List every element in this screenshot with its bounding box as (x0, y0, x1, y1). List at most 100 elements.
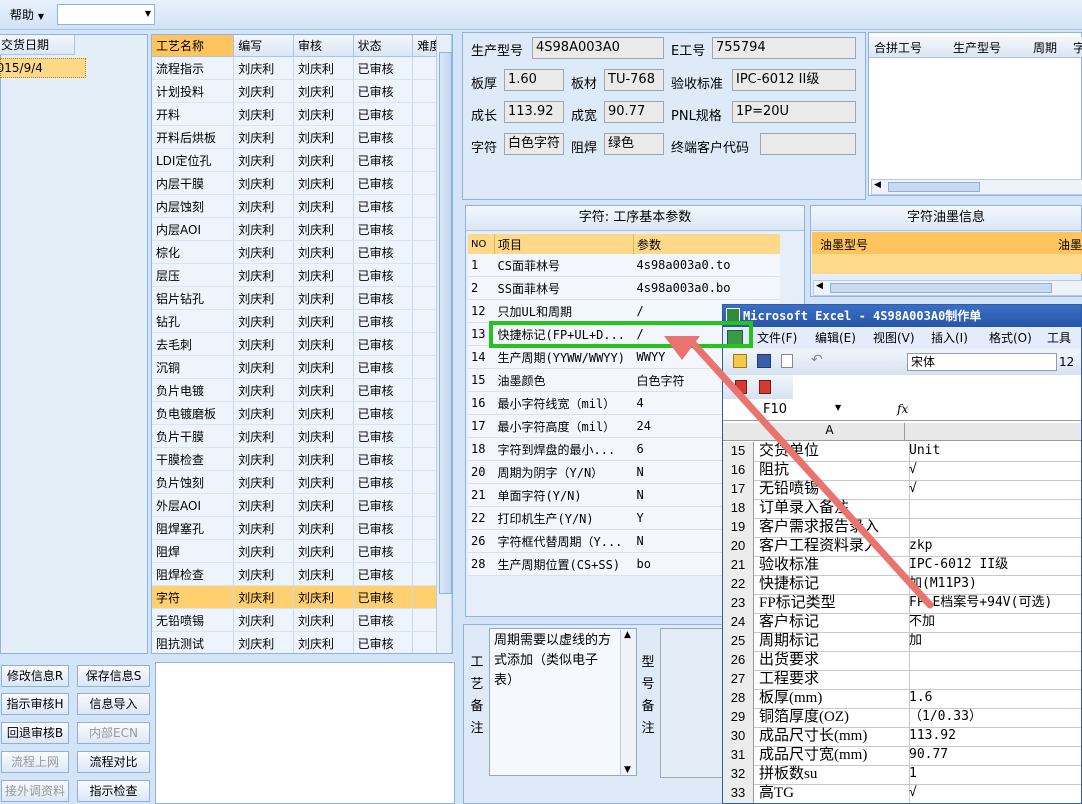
modify-info-button[interactable]: 修改信息R (1, 665, 69, 687)
menu-format[interactable]: 格式(O) (989, 327, 1032, 349)
process-row[interactable]: 棕化 刘庆利 刘庆利 已审核 (152, 240, 452, 264)
open-icon[interactable] (733, 354, 747, 368)
excel-cell-a[interactable]: 阻抗 (755, 461, 910, 480)
excel-cell-a[interactable]: 快捷标记 (755, 575, 910, 594)
process-grid-scrollbar[interactable] (436, 36, 452, 653)
excel-cell-b[interactable]: FP+E档案号+94V(可选) (907, 594, 1081, 613)
eno-field[interactable]: 755794 (712, 37, 856, 59)
menu-edit[interactable]: 编辑(E) (815, 327, 856, 349)
scrollbar-thumb[interactable] (830, 283, 1052, 293)
excel-cell-b[interactable]: 加(M11P3) (907, 575, 1081, 594)
process-row[interactable]: 沉铜 刘庆利 刘庆利 已审核 (152, 355, 452, 379)
char-field[interactable]: 白色字符 (504, 133, 564, 155)
scroll-up-icon[interactable]: ▲ (624, 630, 631, 640)
process-row[interactable]: 内层AOI 刘庆利 刘庆利 已审核 (152, 217, 452, 241)
excel-cell-a[interactable]: 板厚(mm) (755, 689, 910, 708)
save-info-button[interactable]: 保存信息S (77, 665, 150, 687)
return-review-button[interactable]: 回退审核B (1, 722, 69, 744)
excel-cell-a[interactable]: FP标记类型 (755, 594, 910, 613)
param-row[interactable]: 2 SS面菲林号 4s98a003a0.bo (468, 276, 780, 300)
excel-cell-b[interactable]: 1 (907, 765, 1081, 784)
length-field[interactable]: 113.92 (504, 101, 564, 123)
process-row[interactable]: 流程指示 刘庆利 刘庆利 已审核 (152, 56, 452, 80)
note-box[interactable] (155, 662, 455, 804)
excel-cell-b[interactable]: Unit (907, 442, 1081, 461)
chevron-down-icon[interactable]: ▼ (835, 403, 841, 412)
excel-cell-b[interactable] (907, 651, 1081, 670)
process-row[interactable]: 钻孔 刘庆利 刘庆利 已审核 (152, 309, 452, 333)
excel-cell-b[interactable]: IPC-6012 II级 (907, 556, 1081, 575)
pnl-field[interactable]: 1P=20U (732, 101, 856, 123)
excel-cell-a[interactable]: 拼板数su (755, 765, 910, 784)
row-number[interactable]: 24 (723, 613, 754, 632)
excel-cell-a[interactable]: 订单录入备注 (755, 499, 910, 518)
save-icon[interactable] (757, 354, 771, 368)
excel-cell-a[interactable]: 高TG (755, 784, 910, 803)
row-number[interactable]: 33 (723, 784, 754, 803)
process-row[interactable]: 干膜检查 刘庆利 刘庆利 已审核 (152, 447, 452, 471)
excel-cell-a[interactable]: 成品尺寸长(mm) (755, 727, 910, 746)
excel-cell-b[interactable]: （1/0.33） (907, 708, 1081, 727)
internal-ecn-button[interactable]: 内部ECN (77, 722, 150, 744)
scroll-left-icon[interactable]: ◀ (816, 281, 823, 291)
excel-cell-a[interactable]: 铜箔厚度(OZ) (755, 708, 910, 727)
row-number[interactable]: 23 (723, 594, 754, 613)
process-row[interactable]: 阻焊检查 刘庆利 刘庆利 已审核 (152, 562, 452, 586)
excel-cell-a[interactable]: 客户工程资料录入 (755, 537, 910, 556)
remark-scrollbar[interactable]: ▲ ▼ (620, 630, 636, 775)
process-row[interactable]: 字符 刘庆利 刘庆利 已审核 (152, 585, 452, 609)
excel-cell-b[interactable]: √ (907, 784, 1081, 803)
process-row[interactable]: 开料 刘庆利 刘庆利 已审核 (152, 102, 452, 126)
excel-doc-icon[interactable] (727, 330, 743, 346)
thickness-field[interactable]: 1.60 (504, 69, 564, 91)
param-row[interactable]: 1 CS面菲林号 4s98a003a0.to (468, 254, 780, 277)
info-import-button[interactable]: 信息导入 (77, 693, 150, 715)
ink-hscrollbar[interactable]: ◀ (813, 280, 1082, 296)
material-field[interactable]: TU-768 (604, 69, 664, 91)
process-row[interactable]: 负片干膜 刘庆利 刘庆利 已审核 (152, 424, 452, 448)
scrollbar-thumb[interactable] (439, 52, 452, 594)
row-number[interactable]: 18 (723, 499, 754, 518)
process-row[interactable]: 阻焊塞孔 刘庆利 刘庆利 已审核 (152, 516, 452, 540)
process-col-2[interactable]: 审核 (293, 35, 354, 57)
process-row[interactable]: 去毛刺 刘庆利 刘庆利 已审核 (152, 332, 452, 356)
name-box[interactable]: F10 (763, 402, 787, 417)
process-row[interactable]: LDI定位孔 刘庆利 刘庆利 已审核 (152, 148, 452, 172)
process-row[interactable]: 铝片钻孔 刘庆利 刘庆利 已审核 (152, 286, 452, 310)
scroll-left-icon[interactable]: ◀ (874, 180, 881, 190)
process-row[interactable]: 计划投料 刘庆利 刘庆利 已审核 (152, 79, 452, 103)
process-row[interactable]: 阻抗测试 刘庆利 刘庆利 已审核 (152, 631, 452, 653)
excel-cell-a[interactable]: 工程要求 (755, 670, 910, 689)
excel-cell-b[interactable] (907, 499, 1081, 518)
row-number[interactable]: 26 (723, 651, 754, 670)
process-row[interactable]: 负片电镀 刘庆利 刘庆利 已审核 (152, 378, 452, 402)
row-number[interactable]: 31 (723, 746, 754, 765)
undo-icon[interactable]: ↶ (811, 352, 823, 368)
outsource-data-button[interactable]: 接外调资料 (1, 780, 69, 802)
excel-cell-b[interactable]: 不加 (907, 613, 1081, 632)
fx-icon[interactable]: fx (897, 402, 908, 416)
excel-cell-a[interactable]: 无铅喷锡 (755, 480, 910, 499)
excel-cell-b[interactable]: 加 (907, 632, 1081, 651)
row-number[interactable]: 20 (723, 537, 754, 556)
row-number[interactable]: 19 (723, 518, 754, 537)
process-col-1[interactable]: 编写 (233, 35, 294, 57)
process-row[interactable]: 负片蚀刻 刘庆利 刘庆利 已审核 (152, 470, 452, 494)
process-remark-text[interactable]: 周期需要以虚线的方式添加（类似电子表） (489, 628, 637, 776)
row-number[interactable]: 22 (723, 575, 754, 594)
excel-cell-b[interactable]: 90.77 (907, 746, 1081, 765)
font-size-combo[interactable]: 12 (1059, 353, 1081, 371)
excel-cell-a[interactable]: 成品尺寸宽(mm) (755, 746, 910, 765)
excel-cell-a[interactable]: 客户需求报告录入 (755, 518, 910, 537)
row-number[interactable]: 16 (723, 461, 754, 480)
excel-cell-a[interactable]: 客户标记 (755, 613, 910, 632)
process-row[interactable]: 开料后烘板 刘庆利 刘庆利 已审核 (152, 125, 452, 149)
excel-title-bar[interactable]: Microsoft Excel - 4S98A003A0制作单 (723, 305, 1081, 327)
flow-compare-button[interactable]: 流程对比 (77, 751, 150, 773)
excel-cell-b[interactable]: 113.92 (907, 727, 1081, 746)
pdf-mail-icon[interactable] (759, 380, 771, 394)
customer-code-field[interactable] (760, 133, 856, 155)
process-row[interactable]: 无铅喷锡 刘庆利 刘庆利 已审核 (152, 608, 452, 632)
process-row[interactable]: 内层蚀刻 刘庆利 刘庆利 已审核 (152, 194, 452, 218)
row-number[interactable]: 32 (723, 765, 754, 784)
